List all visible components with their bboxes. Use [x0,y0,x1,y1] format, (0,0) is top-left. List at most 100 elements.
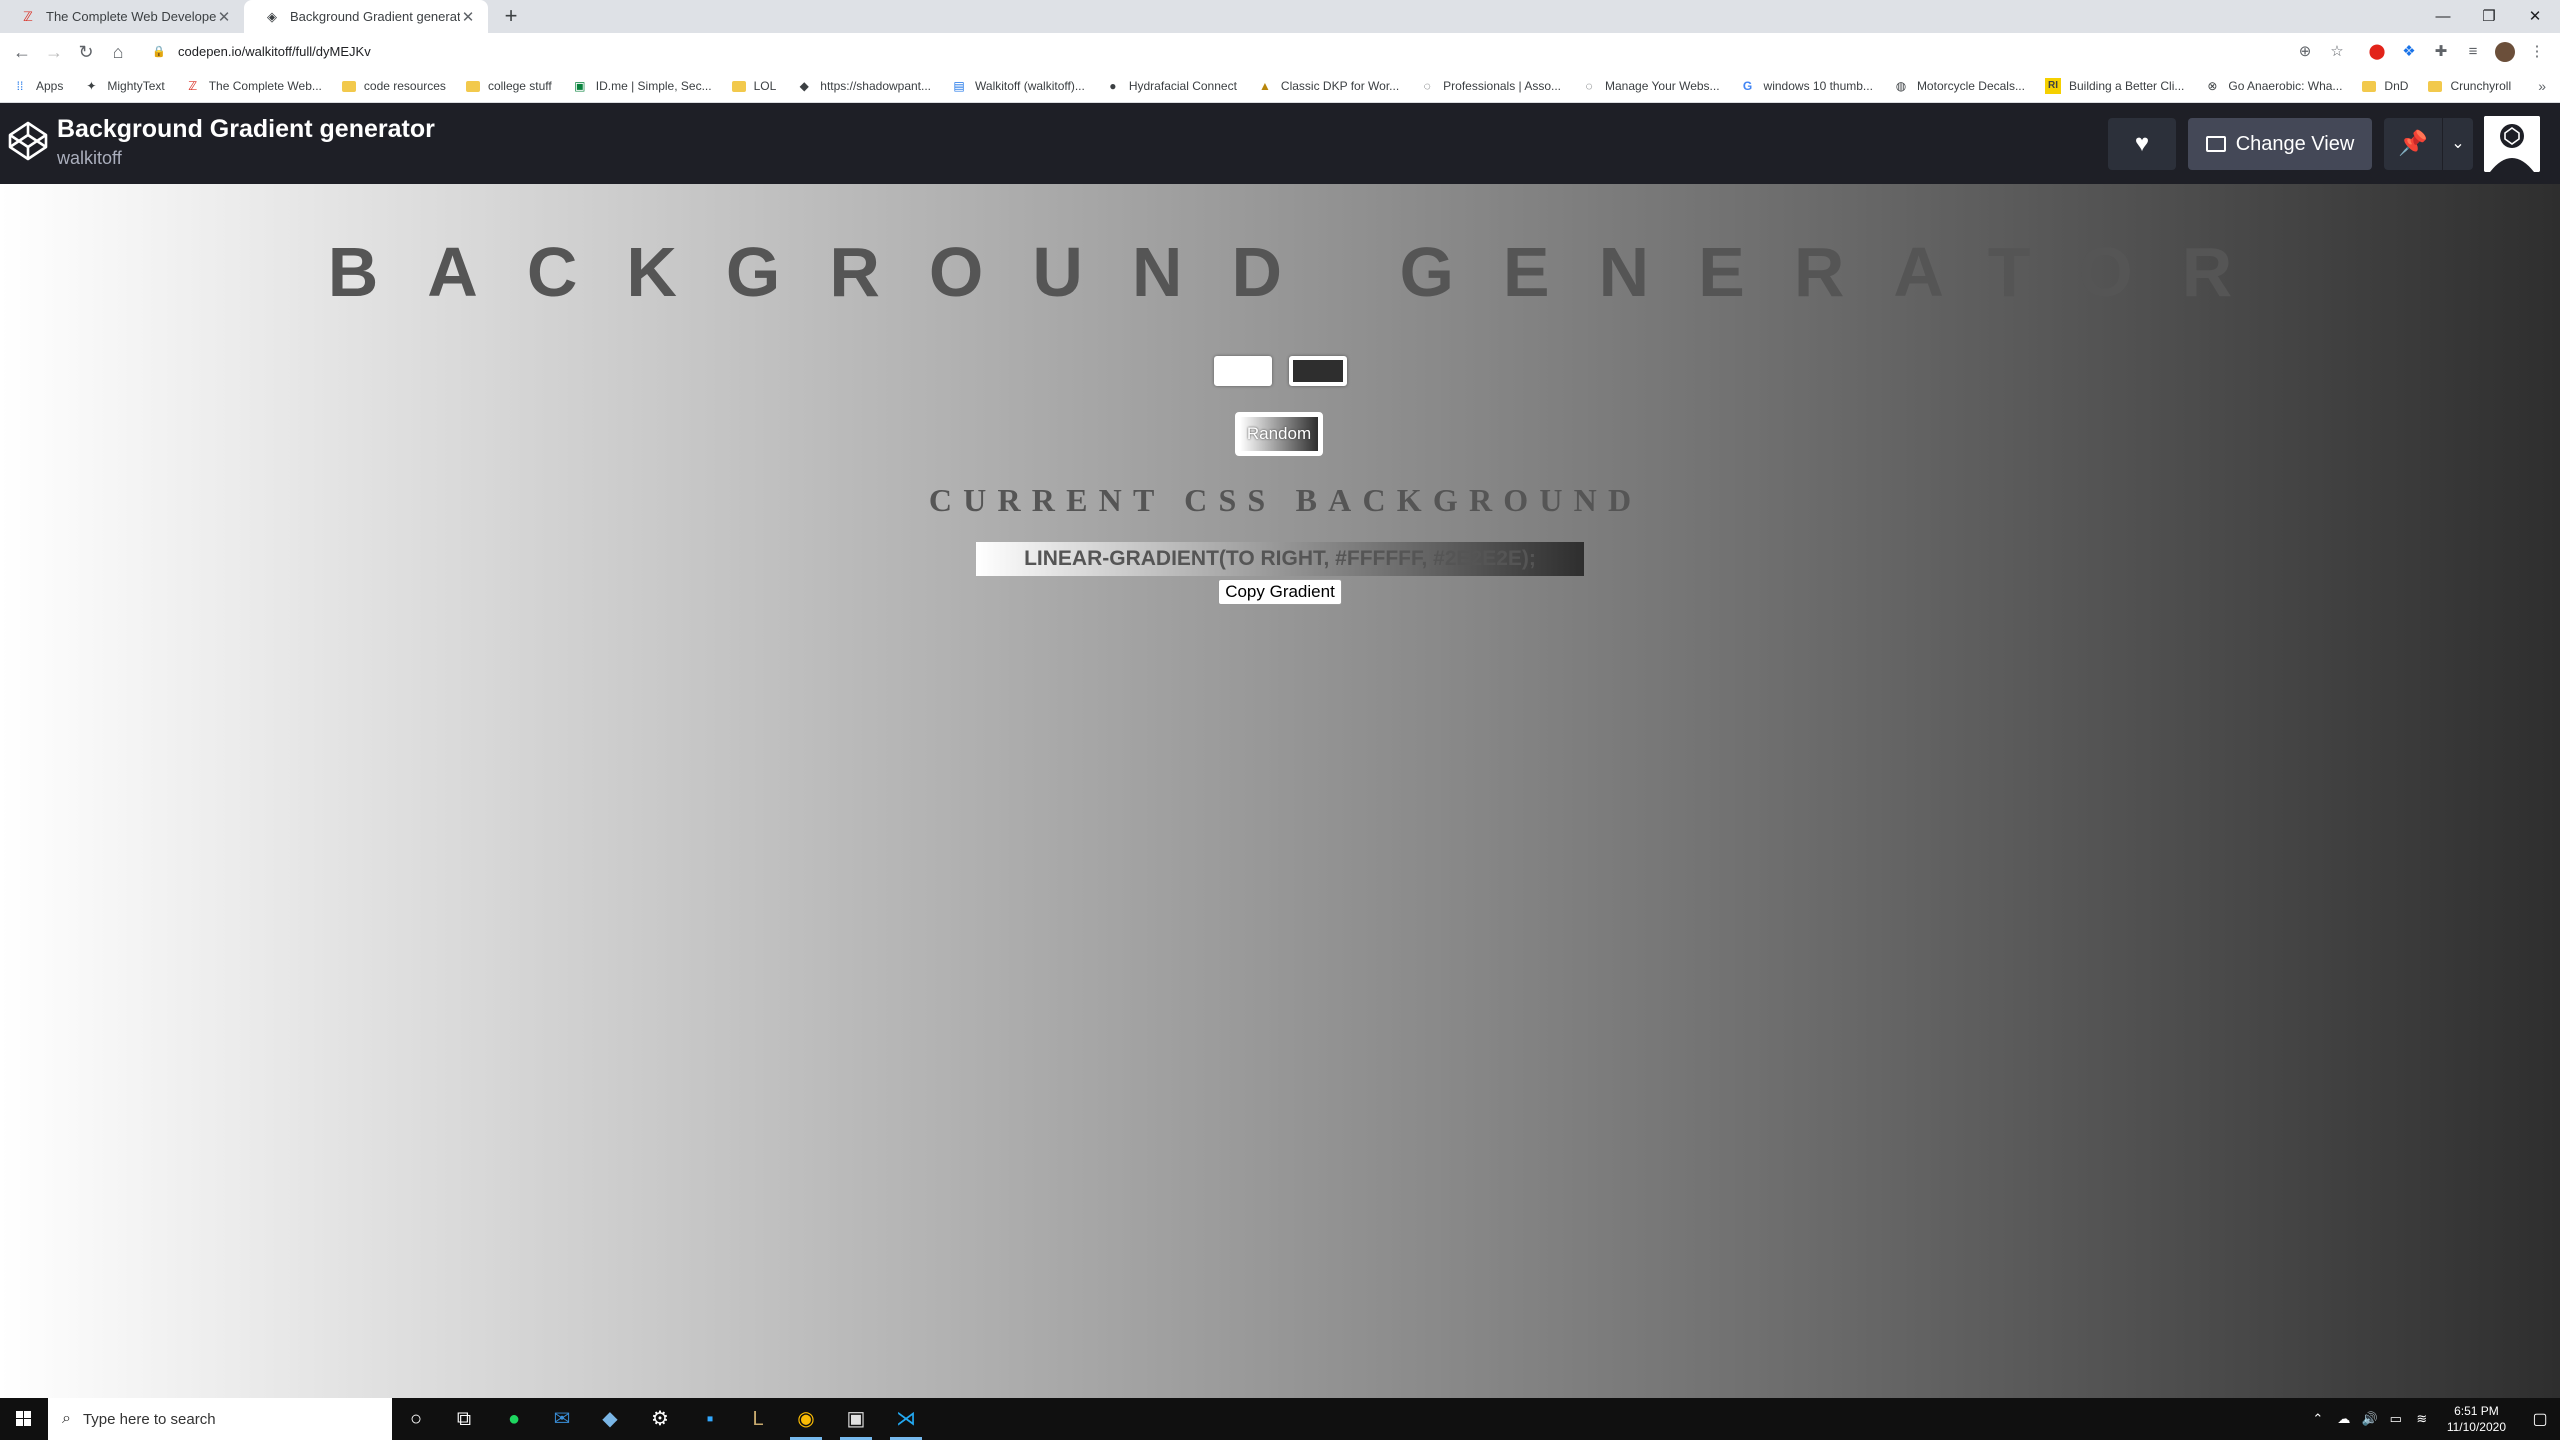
x-circle-icon: ⊗ [2207,79,2218,93]
love-heart-button[interactable]: ♥ [2108,118,2176,170]
bookmark-windows-thumb[interactable]: Gwindows 10 thumb... [1740,78,1873,94]
start-button[interactable] [0,1398,48,1440]
pin-icon: 📌 [2398,130,2428,157]
media-queue-icon[interactable]: ≡ [2462,41,2484,63]
google-icon: G [1742,79,1753,93]
url-text: codepen.io/walkitoff/full/dyMEJKv [178,44,371,59]
bookmark-classic-dkp[interactable]: ▲ Classic DKP for Wor... [1257,78,1399,94]
close-tab-icon[interactable]: ✕ [460,8,476,26]
bookmark-professionals[interactable]: ◌ Professionals | Asso... [1419,78,1561,94]
random-button[interactable]: Random [1235,412,1323,456]
bookmark-walkitoff[interactable]: ▤ Walkitoff (walkitoff)... [951,78,1084,94]
bookmark-star-icon[interactable]: ☆ [2326,41,2348,63]
panther-icon: ◆ [799,79,809,93]
bookmark-idme[interactable]: ▣ ID.me | Simple, Sec... [572,78,712,94]
bookmarks-bar: ⁞⁞ Apps ✦ MightyText ℤ The Complete Web... … [0,70,2560,103]
chevron-down-icon: ⌄ [2451,135,2465,152]
codepen-logo-icon[interactable] [6,119,50,163]
restore-window-button[interactable]: ❐ [2466,0,2512,33]
clock-date: 11/10/2020 [2446,1420,2506,1434]
opera-extension-icon[interactable]: ⬤ [2366,41,2388,63]
browser-toolbar: ← → ↻ ⌂ 🔒 codepen.io/walkitoff/full/dyME… [0,33,2560,70]
taskbar-search-box[interactable]: ⌕ Type here to search [48,1398,392,1440]
page-title: BACKGROUND GENERATOR [327,233,2282,311]
task-view-icon[interactable]: ⧉ [440,1398,488,1440]
reload-icon[interactable]: ↻ [72,38,100,66]
bookmark-folder-dnd[interactable]: DnD [2362,79,2408,93]
pin-dropdown-button[interactable]: ⌄ [2443,118,2473,170]
chevron-up-icon[interactable]: ⌃ [2307,1411,2329,1427]
bookmark-folder-code-resources[interactable]: code resources [341,79,446,93]
color-input-2[interactable] [1289,356,1347,386]
bookmark-apps[interactable]: ⁞⁞ Apps [12,78,64,94]
mail-icon[interactable]: ✉ [538,1398,586,1440]
bookmark-manage-websites[interactable]: ◌ Manage Your Webs... [1581,78,1719,94]
bookmark-folder-college-stuff[interactable]: college stuff [465,79,552,93]
gradient-preview-body: BACKGROUND GENERATOR Random CURRENT CSS … [0,184,2560,1398]
ri-icon: RI [2044,78,2061,94]
color-input-1[interactable] [1214,356,1272,386]
network-icon[interactable]: ▭ [2385,1411,2407,1427]
pen-title: Background Gradient generator [57,115,435,143]
tab-complete-web-developer[interactable]: ℤ The Complete Web Developer in ✕ [0,0,244,33]
onedrive-icon[interactable]: ☁ [2333,1411,2355,1427]
css-heading: CURRENT CSS BACKGROUND [928,482,1643,518]
folder-icon [465,80,480,92]
photoshop-icon[interactable]: ▪ [686,1398,734,1440]
tab-background-gradient-generator[interactable]: ◈ Background Gradient generator ✕ [244,0,488,33]
change-view-button[interactable]: Change View [2188,118,2372,170]
css-output-text: linear-gradient(to right, #ffffff, #2e2e… [976,542,1584,576]
bookmark-hydrafacial[interactable]: ● Hydrafacial Connect [1105,78,1237,94]
pin-button[interactable]: 📌 [2384,118,2442,170]
taskbar-clock[interactable]: 6:51 PM 11/10/2020 [2447,1403,2506,1435]
wow-icon: ▲ [1258,79,1271,93]
kodi-icon[interactable]: ◆ [586,1398,634,1440]
clock-time: 6:51 PM [2454,1404,2499,1418]
steam-icon[interactable]: ⚙ [636,1398,684,1440]
tab-title: The Complete Web Developer in [46,9,216,24]
codepen-header: Background Gradient generator walkitoff … [0,103,2560,184]
im-icon: ▤ [953,79,965,93]
bookmark-shadowpanther[interactable]: ◆ https://shadowpant... [796,78,931,94]
spotify-icon[interactable]: ● [490,1398,538,1440]
codepen-icon: ◈ [267,8,277,24]
chevron-double-right-icon[interactable]: » [2538,78,2546,94]
puzzle-extensions-icon[interactable]: ✚ [2430,41,2452,63]
bookmark-folder-lol[interactable]: LOL [731,79,776,93]
user-avatar[interactable] [2484,116,2540,172]
league-of-legends-icon[interactable]: L [734,1398,782,1440]
bookmark-go-anaerobic[interactable]: ⊗ Go Anaerobic: Wha... [2204,78,2342,94]
cortana-icon[interactable]: ○ [392,1398,440,1440]
pen-author-link[interactable]: walkitoff [57,148,122,169]
zoom-icon[interactable]: ⊕ [2294,41,2316,63]
bookmark-mightytext[interactable]: ✦ MightyText [83,78,164,94]
volume-icon[interactable]: 🔊 [2359,1411,2381,1427]
menu-kebab-icon[interactable]: ⋮ [2526,41,2548,63]
copy-gradient-button[interactable]: Copy Gradient [1218,579,1342,605]
user-avatar-icon [2484,116,2540,172]
wifi-icon[interactable]: ≋ [2411,1411,2433,1427]
bookmark-complete-web[interactable]: ℤ The Complete Web... [185,78,322,94]
heart-icon: ♥ [2134,130,2150,157]
minimize-window-button[interactable]: — [2420,0,2466,33]
home-icon[interactable]: ⌂ [104,38,132,66]
back-arrow-icon[interactable]: ← [8,38,36,66]
bookmark-building-better[interactable]: RI Building a Better Cli... [2044,78,2184,94]
close-window-button[interactable]: ✕ [2512,0,2558,33]
chrome-icon[interactable]: ◉ [782,1398,830,1440]
forward-arrow-icon[interactable]: → [40,38,68,66]
layout-icon [2205,136,2226,152]
new-tab-button[interactable]: + [498,4,524,30]
notification-icon[interactable]: ▢ [2520,1409,2560,1429]
vscode-icon[interactable]: ⋊ [882,1398,930,1440]
bookmark-motorcycle-decals[interactable]: ◍ Motorcycle Decals... [1893,78,2025,94]
extension-icon[interactable]: ❖ [2398,41,2420,63]
windows-taskbar: ⌕ Type here to search ○ ⧉ ● ✉ ◆ ⚙ ▪ L ◉ … [0,1398,2560,1440]
close-tab-icon[interactable]: ✕ [216,8,232,26]
profile-avatar-icon[interactable] [2494,41,2516,63]
bookmark-folder-crunchyroll[interactable]: Crunchyroll [2428,79,2511,93]
address-bar[interactable]: 🔒 codepen.io/walkitoff/full/dyMEJKv [148,37,2328,66]
folder-icon [2362,80,2377,92]
snipping-tool-icon[interactable]: ▣ [832,1398,880,1440]
change-view-label: Change View [2235,132,2355,155]
